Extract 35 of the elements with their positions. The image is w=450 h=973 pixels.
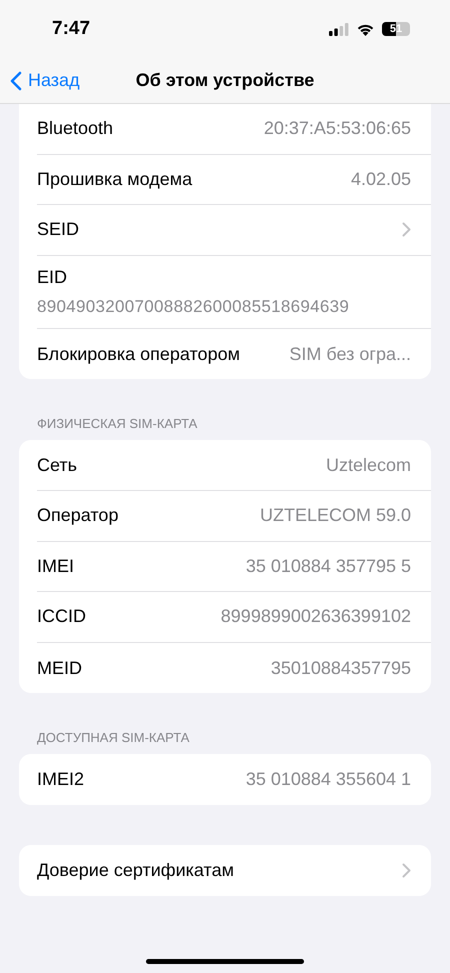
chevron-icon: [402, 222, 411, 238]
row-value: 35 010884 357795 5: [246, 554, 411, 578]
row-value: 8999899002636399102: [220, 605, 411, 628]
list-row[interactable]: Доверие сертификатам: [37, 844, 431, 896]
row-label: IMEI: [37, 554, 74, 578]
row-value: Uztelecom: [326, 454, 411, 477]
row-label: Доверие сертификатам: [37, 858, 234, 882]
list-row[interactable]: SEID: [37, 205, 431, 256]
row-label: Bluetooth: [37, 117, 114, 140]
row-label: Блокировка оператором: [37, 342, 240, 366]
status-time: 7:47: [52, 16, 90, 41]
nav-title: Об этом устройстве: [136, 69, 314, 92]
back-button[interactable]: Назад: [10, 67, 80, 94]
row-label: Оператор: [37, 504, 118, 528]
row-label: MEID: [37, 656, 82, 680]
row-label: Сеть: [37, 454, 78, 477]
row-value: 4.02.05: [350, 168, 411, 191]
row-label: ICCID: [37, 605, 86, 628]
row-label: EID: [37, 266, 68, 290]
row-value: 35010884357795: [270, 656, 411, 680]
row-value: UZTELECOM 59.0: [260, 504, 411, 528]
row-label: IMEI2: [37, 768, 84, 792]
wifi-icon: [356, 22, 375, 36]
section-header: ДОСТУПНАЯ SIM-КАРТА: [37, 730, 190, 746]
row-value: SIM без огра...: [289, 342, 411, 366]
row-value: 20:37:A5:53:06:65: [264, 117, 411, 140]
battery-icon: 51: [382, 22, 410, 36]
section-header: ФИЗИЧЕСКАЯ SIM-КАРТА: [37, 416, 198, 432]
row-label: SEID: [37, 218, 80, 242]
row-value: 89049032007008882600085518694639: [37, 296, 350, 318]
chevron-icon: [402, 862, 411, 878]
row-label: Прошивка модема: [37, 168, 192, 191]
row-value: 35 010884 355604 1: [246, 768, 411, 792]
signal-icon: [329, 22, 349, 36]
back-chevron-icon: [10, 70, 22, 90]
